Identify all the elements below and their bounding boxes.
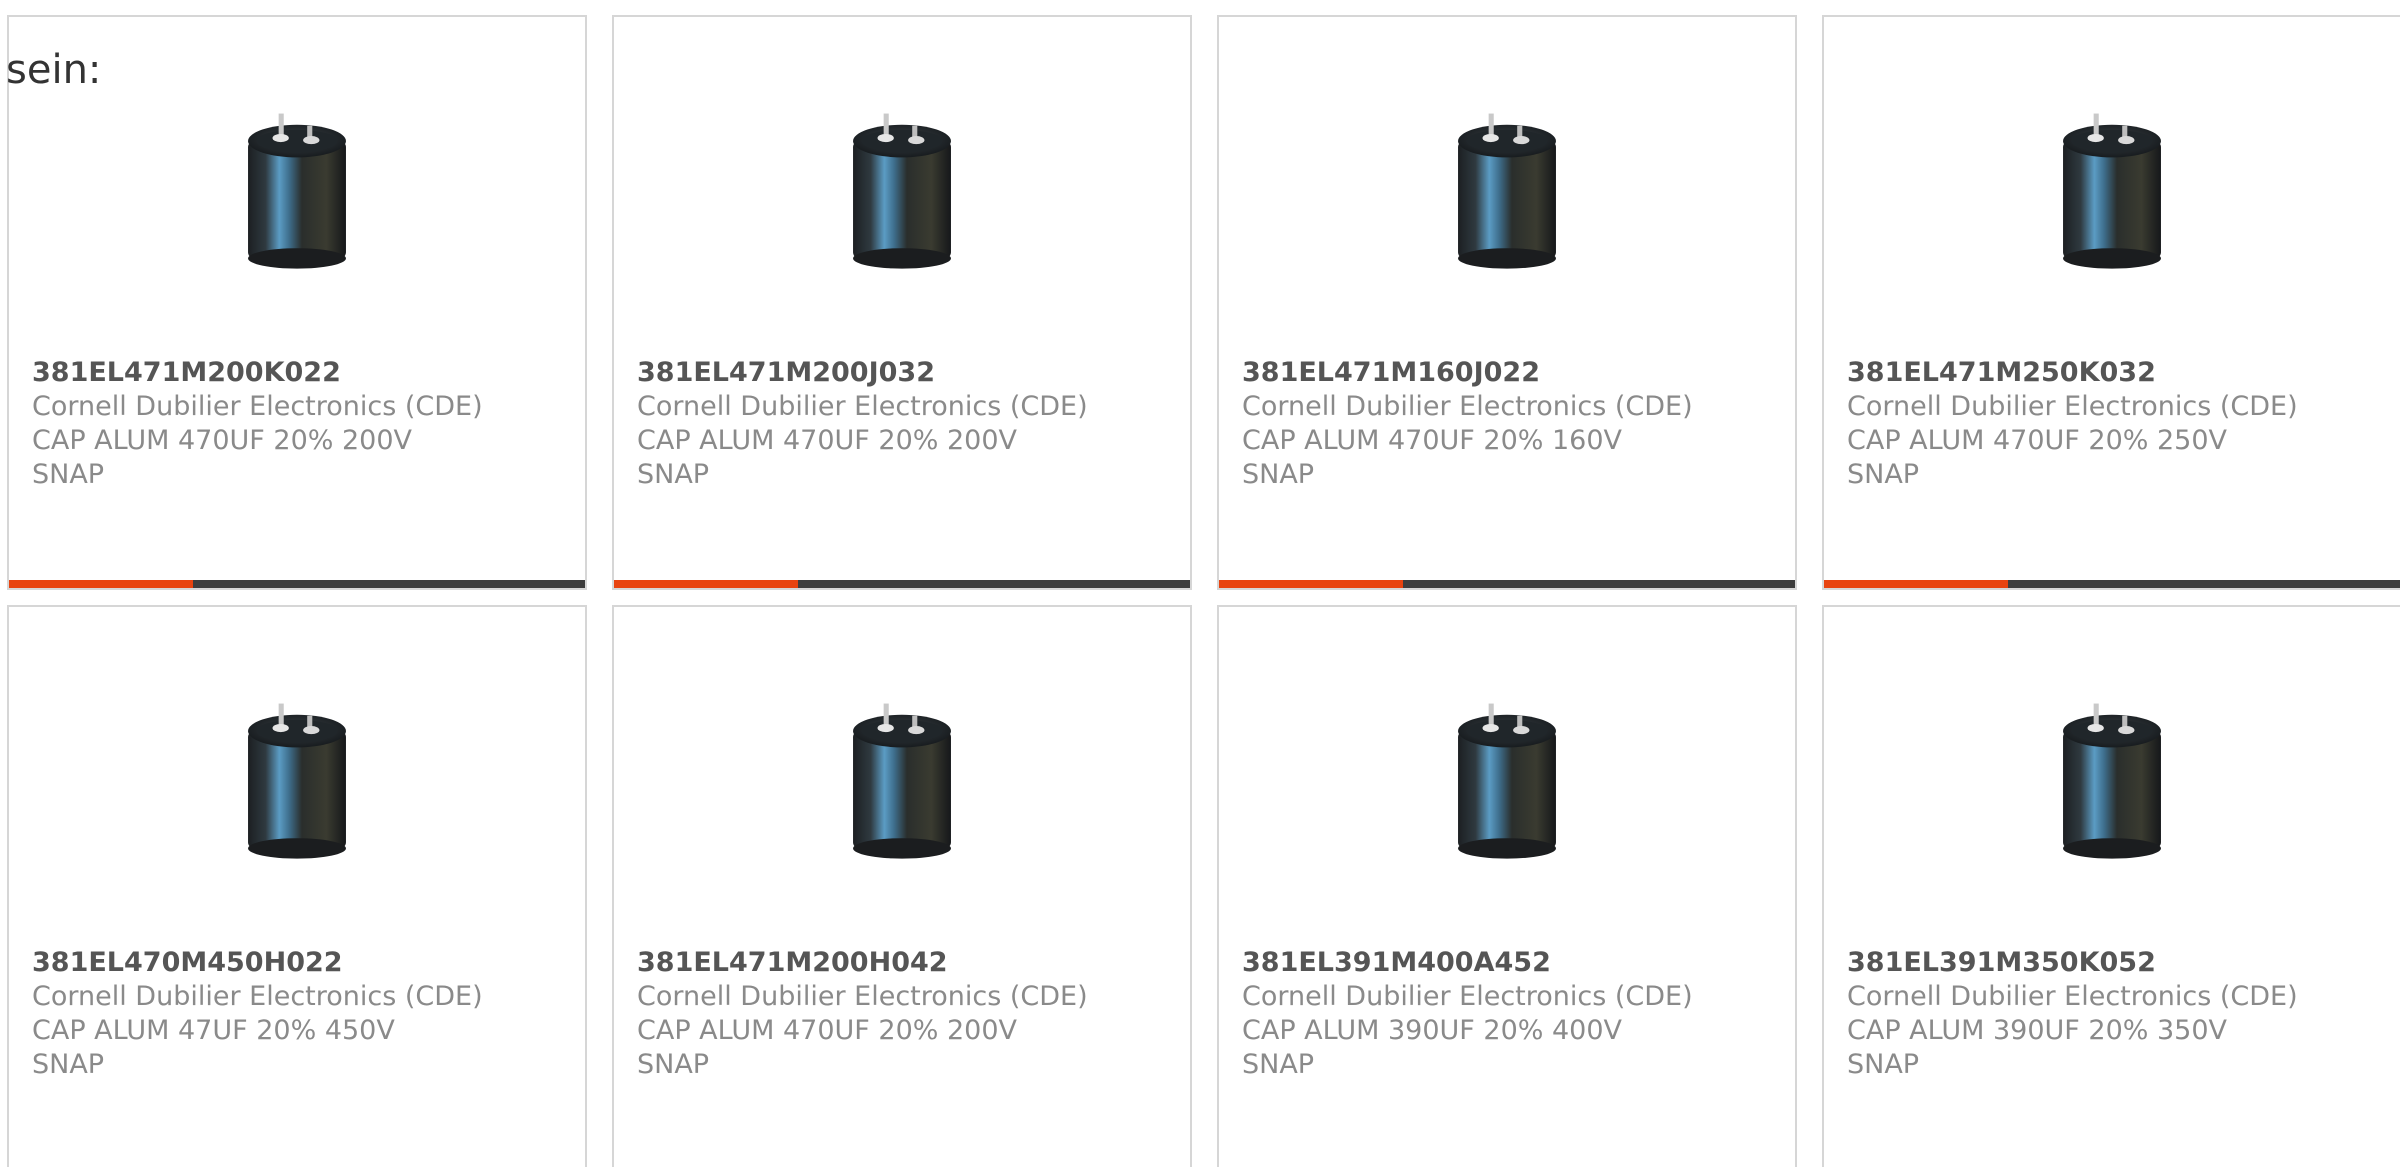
card-progress-fill	[1824, 580, 2009, 588]
product-card[interactable]: 381EL471M160J022 Cornell Dubilier Electro…	[1217, 15, 1797, 590]
product-grid-page: sein: 381EL471M200K022 Cornell Dubilier …	[0, 0, 2400, 1167]
part-number-link[interactable]: 381EL470M450H022	[32, 946, 552, 980]
card-progress-bar	[1219, 580, 1795, 588]
product-description: CAP ALUM 470UF 20% 160V SNAP	[1242, 425, 1623, 490]
product-info: 381EL471M200J032 Cornell Dubilier Electro…	[637, 356, 1157, 492]
product-info: 381EL471M160J022 Cornell Dubilier Electro…	[1242, 356, 1762, 492]
product-info: 381EL470M450H022 Cornell Dubilier Electro…	[32, 946, 552, 1082]
product-info: 381EL471M200K022 Cornell Dubilier Electro…	[32, 356, 552, 492]
part-number-link[interactable]: 381EL391M350K052	[1847, 946, 2367, 980]
product-description: CAP ALUM 390UF 20% 400V SNAP	[1242, 1015, 1623, 1080]
product-description: CAP ALUM 470UF 20% 200V SNAP	[637, 425, 1018, 490]
manufacturer-name: Cornell Dubilier Electronics (CDE)	[637, 981, 1088, 1012]
manufacturer-name: Cornell Dubilier Electronics (CDE)	[637, 391, 1088, 422]
manufacturer-name: Cornell Dubilier Electronics (CDE)	[1242, 391, 1693, 422]
card-progress-bar	[1824, 580, 2400, 588]
capacitor-image[interactable]	[800, 675, 1004, 879]
part-number-link[interactable]: 381EL471M250K032	[1847, 356, 2367, 390]
card-progress-fill	[1219, 580, 1404, 588]
capacitor-image[interactable]	[2010, 85, 2214, 289]
product-card[interactable]: 381EL391M350K052 Cornell Dubilier Electro…	[1822, 605, 2400, 1167]
part-number-link[interactable]: 381EL471M200K022	[32, 356, 552, 390]
product-description: CAP ALUM 470UF 20% 200V SNAP	[32, 425, 413, 490]
capacitor-image[interactable]	[195, 85, 399, 289]
card-progress-fill	[614, 580, 799, 588]
product-description: CAP ALUM 470UF 20% 250V SNAP	[1847, 425, 2228, 490]
product-info: 381EL471M250K032 Cornell Dubilier Electro…	[1847, 356, 2367, 492]
product-description: CAP ALUM 470UF 20% 200V SNAP	[637, 1015, 1018, 1080]
product-card[interactable]: 381EL471M200H042 Cornell Dubilier Electro…	[612, 605, 1192, 1167]
product-card[interactable]: 381EL471M250K032 Cornell Dubilier Electro…	[1822, 15, 2400, 590]
manufacturer-name: Cornell Dubilier Electronics (CDE)	[32, 391, 483, 422]
part-number-link[interactable]: 381EL391M400A452	[1242, 946, 1762, 980]
product-card[interactable]: 381EL471M200K022 Cornell Dubilier Electro…	[7, 15, 587, 590]
manufacturer-name: Cornell Dubilier Electronics (CDE)	[32, 981, 483, 1012]
product-info: 381EL391M400A452 Cornell Dubilier Electro…	[1242, 946, 1762, 1082]
product-card[interactable]: 381EL391M400A452 Cornell Dubilier Electro…	[1217, 605, 1797, 1167]
intro-text: sein:	[6, 47, 102, 93]
card-progress-bar	[9, 580, 585, 588]
capacitor-image[interactable]	[800, 85, 1004, 289]
part-number-link[interactable]: 381EL471M200H042	[637, 946, 1157, 980]
capacitor-image[interactable]	[1405, 675, 1609, 879]
product-info: 381EL391M350K052 Cornell Dubilier Electro…	[1847, 946, 2367, 1082]
manufacturer-name: Cornell Dubilier Electronics (CDE)	[1847, 981, 2298, 1012]
capacitor-image[interactable]	[2010, 675, 2214, 879]
manufacturer-name: Cornell Dubilier Electronics (CDE)	[1242, 981, 1693, 1012]
product-description: CAP ALUM 390UF 20% 350V SNAP	[1847, 1015, 2228, 1080]
card-progress-fill	[9, 580, 194, 588]
product-card[interactable]: 381EL470M450H022 Cornell Dubilier Electro…	[7, 605, 587, 1167]
part-number-link[interactable]: 381EL471M160J022	[1242, 356, 1762, 390]
capacitor-image[interactable]	[195, 675, 399, 879]
product-description: CAP ALUM 47UF 20% 450V SNAP	[32, 1015, 395, 1080]
part-number-link[interactable]: 381EL471M200J032	[637, 356, 1157, 390]
card-progress-bar	[614, 580, 1190, 588]
capacitor-image[interactable]	[1405, 85, 1609, 289]
manufacturer-name: Cornell Dubilier Electronics (CDE)	[1847, 391, 2298, 422]
product-card[interactable]: 381EL471M200J032 Cornell Dubilier Electro…	[612, 15, 1192, 590]
product-info: 381EL471M200H042 Cornell Dubilier Electro…	[637, 946, 1157, 1082]
product-grid: 381EL471M200K022 Cornell Dubilier Electro…	[7, 15, 2400, 1167]
